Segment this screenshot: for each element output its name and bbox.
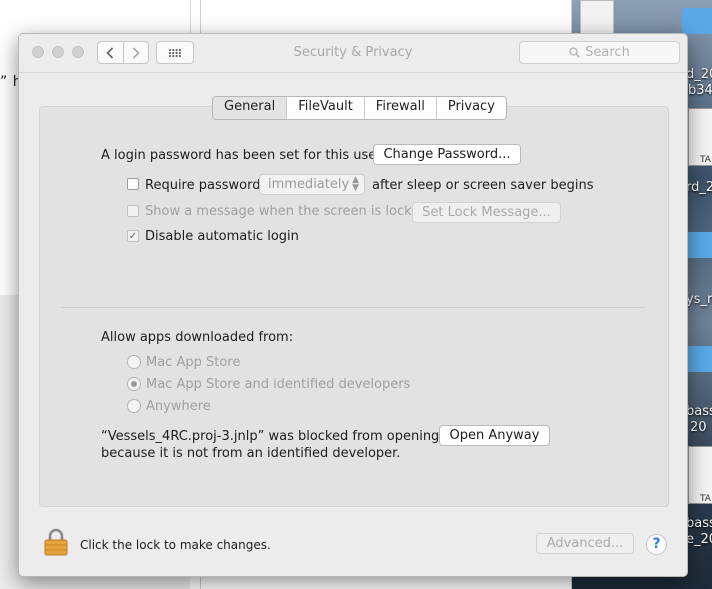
require-password-delay-select[interactable]: immediately ▲ ▼ (259, 174, 365, 195)
lock-text: Click the lock to make changes. (80, 538, 271, 552)
lock-button[interactable] (43, 528, 69, 560)
chevron-right-icon (132, 46, 140, 59)
desktop-document-icon[interactable] (580, 0, 614, 36)
desktop-file-label[interactable]: 20 (690, 420, 707, 435)
tab-privacy[interactable]: Privacy (435, 97, 506, 119)
show-all-button[interactable] (156, 41, 194, 64)
radio-identified-developers[interactable] (127, 377, 141, 391)
blocked-message-line1: “Vessels_4RC.proj-3.jnlp” was blocked fr… (101, 429, 440, 444)
zoom-window-button[interactable] (72, 46, 84, 58)
login-password-text: A login password has been set for this u… (101, 148, 382, 163)
desktop-file-label[interactable]: ys_re (686, 292, 712, 307)
updown-arrows-icon: ▲ ▼ (352, 175, 359, 193)
radio-anywhere[interactable] (127, 399, 141, 413)
desktop-file-label[interactable]: bass (686, 404, 712, 419)
change-password-button[interactable]: Change Password... (373, 144, 521, 165)
desktop-file-label[interactable]: e_20 (686, 532, 712, 547)
disable-automatic-login-checkbox[interactable]: ✓ (127, 230, 139, 242)
grid-icon (168, 48, 181, 57)
security-privacy-window: Security & Privacy Search General FileVa… (18, 33, 688, 577)
desktop-file-label[interactable]: d_20 (686, 67, 712, 82)
radio-anywhere-label: Anywhere (146, 399, 211, 414)
tab-filevault[interactable]: FileVault (286, 97, 364, 119)
show-message-label: Show a message when the screen is locked (145, 204, 428, 219)
search-icon (569, 47, 580, 58)
forward-button[interactable] (122, 42, 149, 63)
tab-bar: General FileVault Firewall Privacy (212, 96, 507, 120)
tab-general[interactable]: General (213, 97, 287, 119)
window-title: Security & Privacy (293, 45, 413, 60)
tab-firewall[interactable]: Firewall (363, 97, 436, 119)
show-message-checkbox[interactable] (127, 205, 139, 217)
minimize-window-button[interactable] (52, 46, 64, 58)
require-password-delay-value: immediately (268, 177, 350, 192)
desktop-file-label[interactable]: bass (686, 516, 712, 531)
require-password-label: Require password (145, 178, 261, 193)
desktop-file-label[interactable]: rd_2 (686, 180, 712, 195)
desktop-folder-icon[interactable] (682, 8, 712, 34)
advanced-button[interactable]: Advanced... (536, 533, 634, 554)
chevron-left-icon (106, 46, 114, 59)
desktop-file-label[interactable]: b34 (688, 83, 712, 98)
thumbnail-label: TA (700, 494, 711, 504)
close-window-button[interactable] (32, 46, 44, 58)
search-field[interactable]: Search (519, 41, 680, 64)
radio-mac-app-store-label: Mac App Store (146, 355, 241, 370)
help-button[interactable]: ? (646, 534, 667, 555)
thumbnail-label: TA (700, 155, 711, 165)
open-anyway-button[interactable]: Open Anyway (439, 425, 550, 446)
title-bar[interactable]: Security & Privacy Search (19, 34, 687, 73)
blocked-message-line2: because it is not from an identified dev… (101, 446, 401, 461)
navigation-buttons (97, 41, 149, 64)
set-lock-message-button[interactable]: Set Lock Message... (412, 202, 561, 223)
disable-automatic-login-label: Disable automatic login (145, 229, 299, 244)
after-sleep-text: after sleep or screen saver begins (372, 178, 594, 193)
lock-icon (44, 528, 68, 556)
allow-apps-heading: Allow apps downloaded from: (101, 330, 294, 345)
radio-selected-dot (131, 381, 137, 387)
radio-mac-app-store[interactable] (127, 355, 141, 369)
search-placeholder: Search (585, 45, 630, 60)
back-button[interactable] (98, 42, 123, 63)
require-password-checkbox[interactable] (127, 178, 139, 190)
radio-identified-developers-label: Mac App Store and identified developers (146, 377, 411, 392)
section-divider (61, 307, 645, 308)
